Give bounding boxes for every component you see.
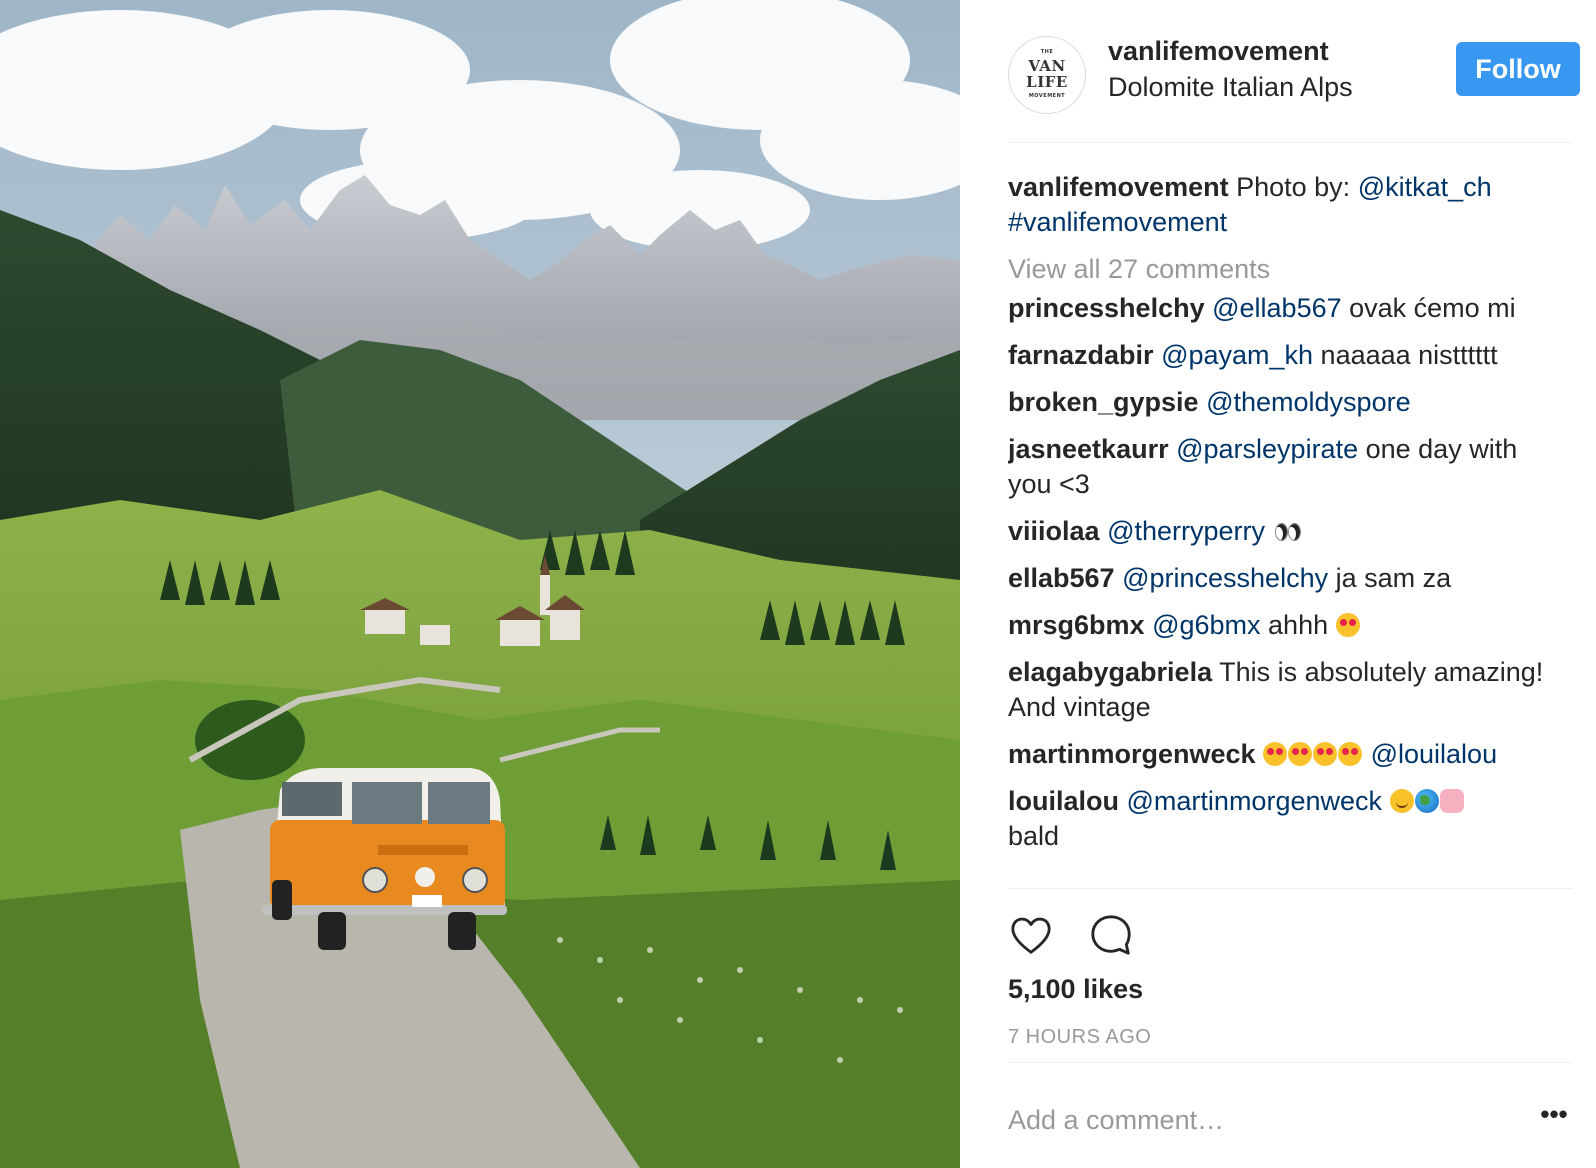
comment-username[interactable]: viiiolaa xyxy=(1008,516,1100,546)
avatar[interactable]: THE VAN LIFE MOVEMENT xyxy=(1008,36,1086,114)
comment-username[interactable]: broken_gypsie xyxy=(1008,387,1199,417)
comment-text: ja sam za xyxy=(1328,563,1452,593)
view-all-comments-link[interactable]: View all 27 comments xyxy=(1008,252,1553,287)
post-actions xyxy=(1008,912,1208,960)
comment-item: elagabygabriela This is absolutely amazi… xyxy=(1008,655,1553,725)
caption-mention[interactable]: @kitkat_ch xyxy=(1358,172,1492,202)
comment-text: ahhh xyxy=(1260,610,1336,640)
heart-eyes-emoji-icon xyxy=(1263,742,1288,766)
comment-mention[interactable]: @parsleypirate xyxy=(1176,434,1358,464)
globe-emoji-icon xyxy=(1414,789,1439,813)
comment-username[interactable]: martinmorgenweck xyxy=(1008,739,1256,769)
caption-hashtag[interactable]: #vanlifemovement xyxy=(1008,207,1227,237)
caption: vanlifemovement Photo by: @kitkat_ch #va… xyxy=(1008,170,1553,240)
avatar-text-life: LIFE xyxy=(1026,73,1068,91)
heart-eyes-emoji-icon xyxy=(1313,742,1338,766)
eyes-emoji-icon xyxy=(1273,519,1301,543)
comment-item: mrsg6bmx @g6bmx ahhh xyxy=(1008,608,1553,643)
comment-item: martinmorgenweck @louilalou xyxy=(1008,737,1553,772)
post-location[interactable]: Dolomite Italian Alps xyxy=(1108,72,1353,103)
comment-username[interactable]: mrsg6bmx xyxy=(1008,610,1145,640)
comment-username[interactable]: elagabygabriela xyxy=(1008,657,1212,687)
comment-mention[interactable]: @payam_kh xyxy=(1161,340,1313,370)
follow-button[interactable]: Follow xyxy=(1456,42,1580,96)
comment-text: naaaaa nistttttt xyxy=(1313,340,1498,370)
comment-item: jasneetkaurr @parsleypirate one day with… xyxy=(1008,432,1553,502)
comment-item: broken_gypsie @themoldyspore xyxy=(1008,385,1553,420)
kiss-emoji-icon xyxy=(1439,789,1464,813)
add-comment-input[interactable] xyxy=(1008,1098,1508,1142)
comment-username[interactable]: farnazdabir xyxy=(1008,340,1154,370)
avatar-text-top: THE xyxy=(1040,49,1054,55)
smile-emoji-icon xyxy=(1389,789,1414,813)
avatar-text-bottom: MOVEMENT xyxy=(1028,93,1066,99)
comment-username[interactable]: ellab567 xyxy=(1008,563,1115,593)
likes-count[interactable]: 5,100 likes xyxy=(1008,974,1143,1005)
comment-mention[interactable]: @ellab567 xyxy=(1212,293,1342,323)
instagram-post: THE VAN LIFE MOVEMENT vanlifemovement Do… xyxy=(0,0,1596,1168)
post-timestamp: 7 HOURS AGO xyxy=(1008,1026,1152,1048)
comment-mention[interactable]: @g6bmx xyxy=(1152,610,1260,640)
heart-eyes-emoji-icon xyxy=(1288,742,1313,766)
comment-mention[interactable]: @therryperry xyxy=(1107,516,1265,546)
comments-divider xyxy=(1008,888,1573,889)
comment-item: louilalou @martinmorgenweck bald xyxy=(1008,784,1553,854)
comment-mention[interactable]: @martinmorgenweck xyxy=(1127,786,1383,816)
comment-text: bald xyxy=(1008,821,1060,851)
heart-eyes-emoji-icon xyxy=(1335,613,1360,637)
comment-item: ellab567 @princesshelchy ja sam za xyxy=(1008,561,1553,596)
caption-username[interactable]: vanlifemovement xyxy=(1008,172,1229,202)
heart-icon[interactable] xyxy=(1008,912,1054,958)
comment-text: ovak ćemo mi xyxy=(1341,293,1516,323)
post-photo[interactable] xyxy=(0,0,960,1168)
comment-username[interactable]: jasneetkaurr xyxy=(1008,434,1169,464)
landscape-photo xyxy=(0,0,960,1168)
comment-username[interactable]: louilalou xyxy=(1008,786,1119,816)
more-options-button[interactable]: ••• xyxy=(1534,1101,1574,1134)
comment-mention[interactable]: @princesshelchy xyxy=(1122,563,1328,593)
input-divider xyxy=(1008,1062,1573,1063)
comment-mention[interactable]: @themoldyspore xyxy=(1206,387,1411,417)
account-username[interactable]: vanlifemovement xyxy=(1108,36,1329,67)
comment-item: viiiolaa @therryperry xyxy=(1008,514,1553,549)
comments-list: vanlifemovement Photo by: @kitkat_ch #va… xyxy=(1008,170,1553,888)
post-side-panel: THE VAN LIFE MOVEMENT vanlifemovement Do… xyxy=(960,0,1596,1168)
comment-item: princesshelchy @ellab567 ovak ćemo mi xyxy=(1008,291,1553,326)
comment-icon[interactable] xyxy=(1088,912,1134,958)
caption-text: Photo by: xyxy=(1236,172,1358,202)
post-header: THE VAN LIFE MOVEMENT vanlifemovement Do… xyxy=(1008,30,1580,120)
comment-mention[interactable]: @louilalou xyxy=(1371,739,1497,769)
header-divider xyxy=(1008,142,1573,143)
comment-item: farnazdabir @payam_kh naaaaa nistttttt xyxy=(1008,338,1553,373)
heart-eyes-emoji-icon xyxy=(1338,742,1363,766)
comment-username[interactable]: princesshelchy xyxy=(1008,293,1205,323)
